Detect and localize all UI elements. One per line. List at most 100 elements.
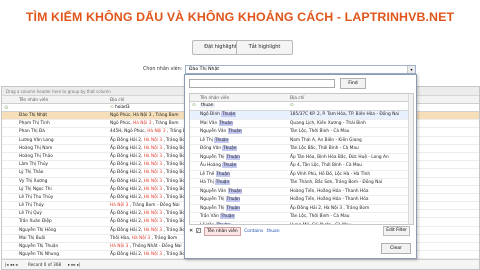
popup-filter-row[interactable]: ⊙ thuan ⊙ — [190, 102, 413, 111]
cell-address: Ấp Đông Hải 2, Hà Nội 3 , Trảng Bom — [110, 153, 189, 161]
cell-address: Ấp Đông Hải 2, Hà Nội 3 , Trảng Bom — [110, 251, 189, 259]
list-item[interactable]: Đồng Văn Thuận Tân Lộc Bắc, Thới Bình - C… — [190, 145, 413, 154]
list-item[interactable]: Âu Hoàng Thuận Ấp 4, Tân Lộc, Thới Bình -… — [190, 162, 413, 171]
cell-name: Phạm Thị Tình — [19, 121, 50, 127]
filter-address-cell[interactable]: ⊙ hoiad3 — [110, 105, 130, 110]
list-item[interactable]: Nguyễn Thị Thuận Ấp Đông Hải 2, Hà Nội 3 … — [190, 205, 413, 213]
name-part: Nguyễn Thị — [200, 154, 226, 160]
name-part: Mai Văn — [200, 120, 219, 126]
cell-address: Hoàng Tiến, Hoằng Hóa - Thanh Hóa — [290, 188, 369, 194]
cell-name: Lê Văn Thuận — [200, 222, 231, 224]
popup-column-name[interactable]: Tên nhân viên — [200, 95, 229, 100]
address-part: Thôi Hòa, — [110, 235, 132, 241]
cell-name: Đồng Văn Thuận — [200, 145, 238, 153]
list-item[interactable]: Lê Thế Thuận Ấp Vĩnh Phú, Hồ Đồ, Lộc Hà -… — [190, 171, 413, 179]
cell-name: Ngô Đình Thuận — [200, 111, 236, 119]
nav-next-icon[interactable]: ▸ ▸▸ ▸| — [68, 260, 80, 269]
nav-first-icon[interactable]: |◂ ◂◂ ◂ — [5, 260, 17, 269]
list-item[interactable]: Ngô Đình Thuận 185/37C KP. 2, P. Tam Hòa,… — [190, 111, 413, 120]
cell-address: Hoằng Tiến, Hoằng Hóa - Thanh Hóa — [290, 197, 369, 202]
name-part: Đồng Văn — [200, 146, 223, 151]
name-part: Hà Thị — [200, 180, 216, 185]
address-part: Ấp Đông Hải 2, — [110, 137, 144, 143]
name-highlight: Thuận — [225, 154, 241, 160]
name-part: Âu Hoàng — [200, 163, 223, 168]
cell-address: 185/37C KP. 2, P. Tam Hòa, TP. Biên Hòa … — [290, 112, 400, 117]
name-highlight: Thuận — [214, 137, 229, 143]
name-part: Lê Thị — [200, 137, 215, 143]
popup-column-address[interactable]: Địa chỉ — [290, 95, 304, 100]
clear-button[interactable]: Clear — [381, 243, 411, 254]
name-highlight: Thuận — [225, 197, 241, 202]
list-item[interactable]: Mai Văn Thuận Quang Lịch, Kiến Xương - Th… — [190, 120, 413, 128]
employee-lookup-popup: Find Tên nhân viên Địa chỉ ⊙ thuan ⊙ Ngô… — [184, 74, 417, 259]
find-button[interactable]: Find — [340, 78, 366, 89]
name-highlight: Thuận — [221, 112, 236, 117]
cell-address: Ấp Đông Hải 2, Hà Nội 3 , Trảng Bom — [110, 169, 189, 177]
cell-name: Đào Thị Nhật — [19, 113, 48, 118]
list-item[interactable]: Nguyễn Văn Thuận Tân Lộc, Thới Bình - Cà … — [190, 128, 413, 137]
address-part: Ấp Đông Hải 2, — [110, 252, 144, 258]
popup-grid: Tên nhân viên Địa chỉ ⊙ thuan ⊙ Ngô Đình… — [189, 93, 414, 225]
popup-search-input[interactable] — [189, 79, 335, 88]
cell-name: Nguyễn Thị Thuận — [200, 154, 241, 162]
popup-scrollbar[interactable] — [408, 94, 413, 224]
name-part: Nguyễn Thị — [200, 205, 226, 211]
cancel-highlight-button[interactable]: Tắt highlight — [236, 40, 293, 55]
address-highlight: Hà Nội 3 — [143, 194, 163, 200]
cell-name: Lê Thị Thu Thủy — [19, 194, 54, 200]
employee-combo[interactable]: Đào Thị Nhật ▾ — [185, 65, 416, 74]
cell-name: Hoàng Thị Thảo — [19, 153, 53, 159]
edit-filter-button[interactable]: Edit Filter — [383, 226, 410, 236]
name-highlight: Thuận — [215, 180, 230, 185]
record-count: Record 0 of 368 — [28, 262, 62, 267]
list-item[interactable]: Hà Thị Thuận Tân Thành, Bắc Sơn, Trảng Bo… — [190, 179, 413, 188]
filter-enabled-checkbox[interactable]: ✓ — [195, 228, 201, 233]
address-highlight: Hà Nội 3 — [110, 203, 129, 209]
list-item[interactable]: Nguyễn Thị Thuận Hoằng Tiến, Hoằng Hóa - … — [190, 196, 413, 205]
name-part: Lê Thế — [200, 171, 216, 177]
address-part: Ấp Đông Hải 2, — [110, 186, 144, 192]
name-highlight: Thuận — [216, 222, 231, 224]
address-part: Ấp Đông Hải 2, — [110, 219, 144, 225]
cell-address: Hưng Mỹ, Cái Nước - Cà Mau — [290, 222, 352, 225]
list-item[interactable]: Lê Văn Thuận Hưng Mỹ, Cái Nước - Cà Mau — [190, 222, 413, 225]
list-item[interactable]: Nguyễn Thị Thuận Ấp Tân Hòa, Bình Hòa Bắc… — [190, 154, 413, 162]
address-highlight: Hà Nội 3 — [143, 252, 163, 258]
address-highlight: Hà Nội 3 — [143, 170, 163, 176]
filter-text[interactable]: thuan — [267, 229, 280, 234]
cell-address: Tân Thành, Bắc Sơn, Trảng Bom - Đồng Nai — [290, 180, 383, 185]
column-header-address[interactable]: Địa chỉ — [110, 97, 124, 102]
employee-label: Chọn nhân viên: — [143, 67, 183, 72]
cell-address: Ấp Đông Hải 2, Hà Nội 3 , Trảng Bom — [110, 210, 189, 218]
cell-name: Nguyễn Thị Nhung — [19, 252, 59, 258]
address-highlight: Hà Nội 3 — [143, 145, 163, 151]
filter-field-chip[interactable]: Tên nhân viên — [204, 227, 241, 236]
name-highlight: Thuận — [222, 163, 237, 168]
list-item[interactable]: Nguyễn Văn Thuận Hoàng Tiến, Hoằng Hóa - … — [190, 188, 413, 196]
cell-name: Nguyễn Thị Thuận — [200, 196, 241, 204]
popup-filter-name-value[interactable]: thuan — [200, 103, 215, 108]
chevron-down-icon[interactable]: ▾ — [407, 66, 415, 73]
cell-address: Ngõ Phúc, Hà Nội 3 , Tràng Bom — [110, 112, 179, 120]
cell-name: Hoàng Thị Nam — [19, 145, 53, 151]
name-highlight: Thuận — [227, 129, 243, 134]
address-part: 445H, Ngõ Phúc, — [110, 129, 148, 135]
popup-rows: Ngô Đình Thuận 185/37C KP. 2, P. Tam Hòa,… — [190, 111, 413, 225]
list-item[interactable]: Lê Thị Thuận Nam Thái A, An Biên - Kiên G… — [190, 137, 413, 145]
cell-name: Trần Xuân Điệp — [19, 219, 52, 225]
cell-address: Ấp Đông Hải 2, Hà Nội 3 , Trảng Bom — [110, 161, 189, 169]
address-part: Ngõ Phúc, — [110, 121, 134, 127]
address-part: , Thống Nhất - Đồng Nai — [128, 244, 182, 249]
cell-address: Ấp Vĩnh Phú, Hồ Đồ, Lộc Hà - Hà Tĩnh — [290, 171, 371, 177]
close-filter-icon[interactable]: ✕ — [189, 228, 193, 234]
address-part: Ngõ Phúc, — [110, 113, 134, 118]
list-item[interactable]: Trần Văn Thuận Tân Lộc, Thới Bình - Cà Ma… — [190, 213, 413, 222]
filter-operator[interactable]: Contains — [244, 229, 263, 234]
cell-address: Ấp Đông Hải 2, Hà Nội 3 , Trảng Bom — [290, 205, 370, 211]
cell-address: Tân Lộc Bắc, Thới Bình - Cà Mau — [290, 146, 359, 151]
popup-filter-bar: ✕ ✓ Tên nhân viên Contains thuan Edit Fi… — [189, 226, 414, 236]
column-header-name[interactable]: Tên nhân viên — [19, 97, 48, 102]
cell-name: Mai Văn Thuận — [200, 120, 234, 128]
address-highlight: Hà Nội 3 — [110, 244, 129, 249]
